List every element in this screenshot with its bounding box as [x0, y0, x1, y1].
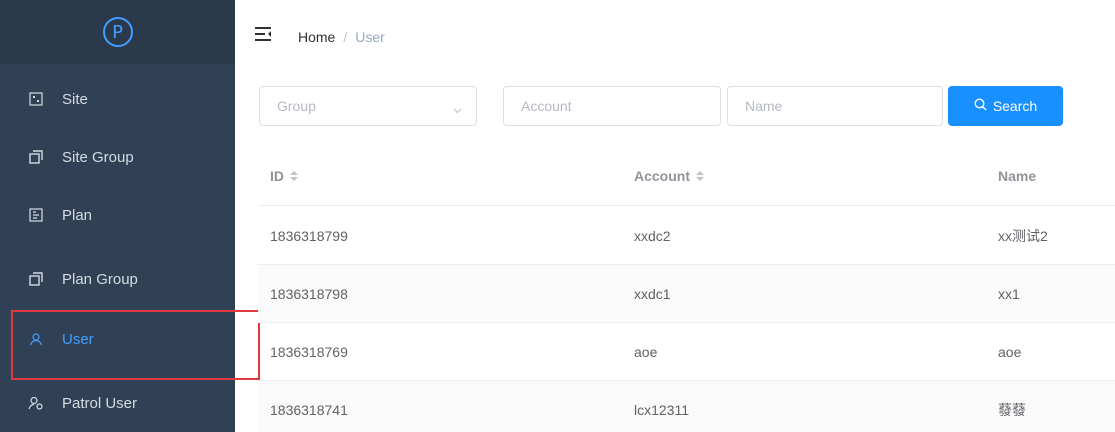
- cell-account: xxdc1: [634, 285, 671, 302]
- cell-name: xx测试2: [998, 227, 1048, 244]
- plan-icon: [28, 207, 44, 223]
- table-row[interactable]: 1836318799 xxdc2 xx测试2: [258, 207, 1115, 265]
- sidebar-item-site-group[interactable]: Site Group: [0, 128, 235, 186]
- cell-name: aoe: [998, 343, 1022, 360]
- cell-id: 1836318741: [270, 401, 348, 418]
- sidebar-item-label: Site Group: [62, 148, 134, 166]
- sidebar-item-user[interactable]: User: [0, 310, 235, 368]
- sort-icon[interactable]: [696, 171, 704, 181]
- sidebar-item-label: Site: [62, 90, 88, 108]
- site-icon: [28, 91, 44, 107]
- table-row[interactable]: 1836318798 xxdc1 xx1: [258, 265, 1115, 323]
- cell-account: aoe: [634, 343, 658, 360]
- breadcrumb-home[interactable]: Home: [298, 29, 335, 45]
- sidebar-item-site[interactable]: Site: [0, 70, 235, 128]
- name-input[interactable]: Name: [727, 86, 943, 126]
- column-header-id[interactable]: ID: [270, 146, 298, 206]
- account-input-placeholder: Account: [521, 98, 572, 114]
- table-header: ID Account Name: [258, 146, 1115, 206]
- sidebar-item-label: User: [62, 330, 94, 348]
- cell-id: 1836318769: [270, 343, 348, 360]
- name-input-placeholder: Name: [745, 98, 783, 114]
- sidebar-item-patrol-user[interactable]: Patrol User: [0, 374, 235, 432]
- user-icon: [28, 331, 44, 347]
- sidebar-item-label: Patrol User: [62, 394, 138, 412]
- group-select-placeholder: Group: [277, 98, 316, 114]
- cell-id: 1836318799: [270, 227, 348, 244]
- header: Home / User: [235, 0, 1115, 70]
- table-row[interactable]: 1836318741 lcx12311 蕟蕟: [258, 381, 1115, 432]
- breadcrumb-current: User: [355, 29, 385, 45]
- logo-bar: P: [0, 0, 235, 64]
- breadcrumb-separator: /: [343, 29, 348, 45]
- cell-name: xx1: [998, 285, 1020, 302]
- cell-account: xxdc2: [634, 227, 671, 244]
- breadcrumb: Home / User: [298, 29, 385, 45]
- search-button[interactable]: Search: [948, 86, 1063, 126]
- column-header-account[interactable]: Account: [634, 146, 704, 206]
- menu-fold-icon[interactable]: [255, 27, 271, 41]
- table-row[interactable]: 1836318769 aoe aoe: [258, 323, 1115, 381]
- sidebar-item-label: Plan Group: [62, 270, 138, 288]
- sidebar: P Site Site Group Plan Plan Group User P…: [0, 0, 235, 432]
- cell-name: 蕟蕟: [998, 401, 1026, 418]
- group-select[interactable]: Group: [259, 86, 477, 126]
- column-header-name: Name: [998, 168, 1037, 184]
- sidebar-item-plan-group[interactable]: Plan Group: [0, 250, 235, 308]
- cell-account: lcx12311: [634, 401, 690, 418]
- sidebar-item-label: Plan: [62, 206, 93, 224]
- search-button-label: Search: [992, 98, 1038, 114]
- logo[interactable]: P: [102, 17, 133, 47]
- patrol-user-icon: [28, 395, 44, 411]
- copy-icon: [28, 149, 44, 165]
- cell-id: 1836318798: [270, 285, 348, 302]
- sort-icon[interactable]: [290, 171, 298, 181]
- account-input[interactable]: Account: [503, 86, 721, 126]
- chevron-down-icon: [453, 102, 462, 114]
- sidebar-item-plan[interactable]: Plan: [0, 186, 235, 244]
- copy-icon: [28, 271, 44, 287]
- search-icon: [974, 98, 987, 114]
